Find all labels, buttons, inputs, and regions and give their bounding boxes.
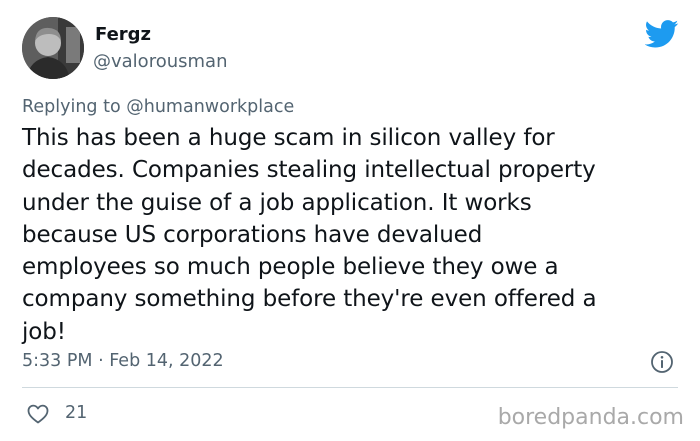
- divider: [22, 387, 678, 388]
- tweet-text-line: This has been a huge scam in silicon val…: [22, 125, 555, 151]
- replying-to: Replying to @humanworkplace: [22, 95, 294, 119]
- twitter-bird-icon: [645, 20, 679, 48]
- tweet-text-line: job!: [22, 318, 66, 345]
- tweet-text-line: employees so much people believe they ow…: [22, 254, 559, 281]
- replying-prefix: Replying to: [22, 97, 121, 117]
- author-name[interactable]: Fergz: [95, 23, 151, 47]
- tweet-text-line: company something before they're even of…: [22, 286, 597, 313]
- tweet-text-line: decades. Companies stealing intellectual…: [22, 157, 596, 184]
- author-handle[interactable]: @valorousman: [93, 50, 227, 74]
- tweet-text-line: under the guise of a job application. It…: [22, 189, 532, 216]
- avatar[interactable]: [22, 17, 84, 79]
- tweet-card: Fergz @valorousman Replying to @humanwor…: [0, 0, 700, 441]
- watermark: boredpanda.com: [497, 405, 684, 430]
- reply-mention-link[interactable]: @humanworkplace: [126, 97, 294, 117]
- heart-icon[interactable]: [26, 402, 50, 426]
- info-icon[interactable]: [650, 350, 674, 374]
- like-count: 21: [65, 403, 88, 423]
- tweet-text-line: because US corporations have devalued: [22, 221, 483, 248]
- tweet-timestamp[interactable]: 5:33 PM · Feb 14, 2022: [22, 349, 224, 373]
- tweet-text: This has been a huge scam in silicon val…: [22, 122, 682, 348]
